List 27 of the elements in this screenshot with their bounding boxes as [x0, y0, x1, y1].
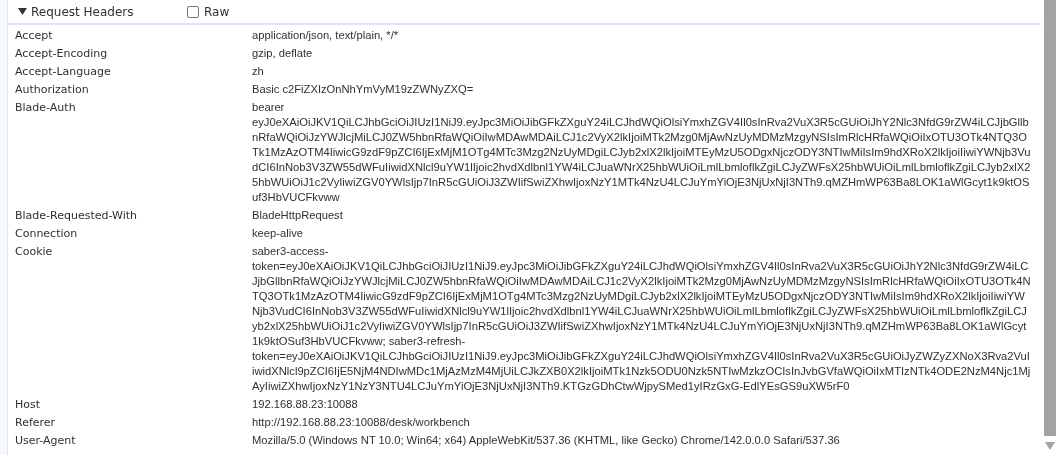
header-name: Blade-Requested-With	[14, 207, 138, 223]
scroll-down-arrow-icon[interactable]	[1044, 441, 1056, 451]
header-name: Host	[14, 396, 42, 412]
header-value: 192.168.88.23:10088	[252, 396, 359, 412]
header-value: BladeHttpRequest	[252, 207, 344, 223]
raw-label: Raw	[204, 4, 230, 19]
collapse-triangle-icon[interactable]	[18, 8, 27, 15]
header-value: Basic c2FiZXIzOnNhYmVyM19zZWNyZXQ=	[252, 81, 475, 97]
header-name: Accept-Language	[14, 63, 112, 79]
header-name: Cookie	[14, 243, 54, 260]
header-name: Accept-Encoding	[14, 45, 109, 61]
header-value: gzip, deflate	[252, 45, 314, 61]
header-name: Referer	[14, 414, 57, 430]
raw-checkbox[interactable]	[187, 5, 199, 18]
header-value: Mozilla/5.0 (Windows NT 10.0; Win64; x64) AppleWebKit/537.36 (KHTML, like Gecko) Chrome/142.0.0.0 Safari/537.36	[252, 432, 841, 448]
section-title: Request Headers	[31, 4, 135, 19]
header-name: Accept	[14, 27, 54, 43]
header-value: bearer eyJ0eXAiOiJKV1QiLCJhbGciOiJIUzI1NiJ9.eyJpc3MiOiJibGFkZXguY24iLCJhdWQiOlsiYmxhZGV4Il0sInRva2VuX3R5cGUiOiJhY2Nlc3NfdG9rZW4iLCJjbGllbnRfaWQiOiJzYWJlcjMiLCJ0ZW5hbnRfaWQiOiIwMDAwMDAiLCJ1c2VyX2lkIjoiMTk2Mzg0MjAwNzUyMDMzMzgyNSIsImRlcHRfaWQiOiIxOTU3OTk4NTQ3OTk1MzAzOTM4IiwicG9zdF9pZCI6IjExMjM1OTg4MTc3Mzg2NzUyMDgiLCJyb2xlX2lkIjoiMTEyMzU5ODgxNjczODY3NTIwMiIsIm9hdXRoX2lkIjoiIiwiYWNjb3VudCI6InNob3V3ZW55dWFuIiwidXNlcl9uYW1lIjoic2hvdXdlbnl1YW4iLCJuaWNrX25hbWUiOiLmlLbmloflkZgiLCJyZWFsX25hbWUiOiLmlLbmloflkZgiLCJyb2xlX25hbWUiOiJ1c2VyIiwiZGV0YWlsIjp7InR5cGUiOiJ3ZWIifSwiZXhwIjoxNzY1MTk4NzU4LCJuYmYiOjE3NjUxNjI3NTh9.qMZHmWP63Ba8LOK1aWlGcyt1k9ktOSuf3HbVUCFkvww	[252, 99, 1032, 205]
header-name: User-Agent	[14, 432, 77, 448]
header-name: Authorization	[14, 81, 90, 97]
header-name: Blade-Auth	[14, 99, 77, 116]
header-value: application/json, text/plain, */*	[252, 27, 400, 43]
header-value: zh	[252, 63, 265, 79]
header-value: http://192.168.88.23:10088/desk/workbench	[252, 414, 471, 430]
header-name: Connection	[14, 225, 79, 241]
header-value: saber3-access-token=eyJ0eXAiOiJKV1QiLCJhbGciOiJIUzI1NiJ9.eyJpc3MiOiJibGFkZXguY24iLCJhdWQiOlsiYmxhZGV4Il0sInRva2VuX3R5cGUiOiJhY2Nlc3NfdG9rZW4iLCJjbGllbnRfaWQiOiJzYWJlcjMiLCJ0ZW5hbnRfaWQiOiIwMDAwMDAiLCJ1c2VyX2lkIjoiMTk2Mzg0MjAwNzUyMDMzMzgyNSIsImRlcHRfaWQiOiIxOTU3OTk4NTQ3OTk1MzAzOTM4IiwicG9zdF9pZCI6IjExMjM1OTg4MTc3Mzg2NzUyMDgiLCJyb2xlX2lkIjoiMTEyMzU5ODgxNjczODY3NTIwMiIsIm9hdXRoX2lkIjoiIiwiYWNjb3VudCI6InNob3V3ZW55dWFuIiwidXNlcl9uYW1lIjoic2hvdXdlbnl1YW4iLCJuaWNrX25hbWUiOiLmlLbmloflkZgiLCJyZWFsX25hbWUiOiLmlLbmloflkZgiLCJyb2xlX25hbWUiOiJ1c2VyIiwiZGV0YWlsIjp7InR5cGUiOiJ3ZWIifSwiZXhwIjoxNzY1MTk4NzU4LCJuYmYiOjE3NjUxNjI3NTh9.qMZHmWP63Ba8LOK1aWlGcyt1k9ktOSuf3HbVUCFkvww; saber3-refresh-token=eyJ0eXAiOiJKV1QiLCJhbGciOiJIUzI1NiJ9.eyJpc3MiOiJibGFkZXguY24iLCJhdWQiOlsiYmxhZGV4Il0sInRva2VuX3R5cGUiOiJyZWZyZXNoX3Rva2VuIiwidXNlcl9pZCI6IjE5NjM4NDIwMDc1MjAzMzM4MjUiLCJkZXB0X2lkIjoiMTk1Nzk5ODU0Nzk5NTIwMzkzOCIsInJvbGVfaWQiOiIxMTIzNTk4ODE2NzM4Njc1MjAyIiwiZXhwIjoxNzY1NzY3NTU4LCJuYmYiOjE3NjUxNjI3NTh9.KTGzGDhCtwWjpySMed1yIRzGxG-EdlYEsGS9uXW5rF0	[252, 243, 1032, 394]
header-value: keep-alive	[252, 225, 304, 241]
